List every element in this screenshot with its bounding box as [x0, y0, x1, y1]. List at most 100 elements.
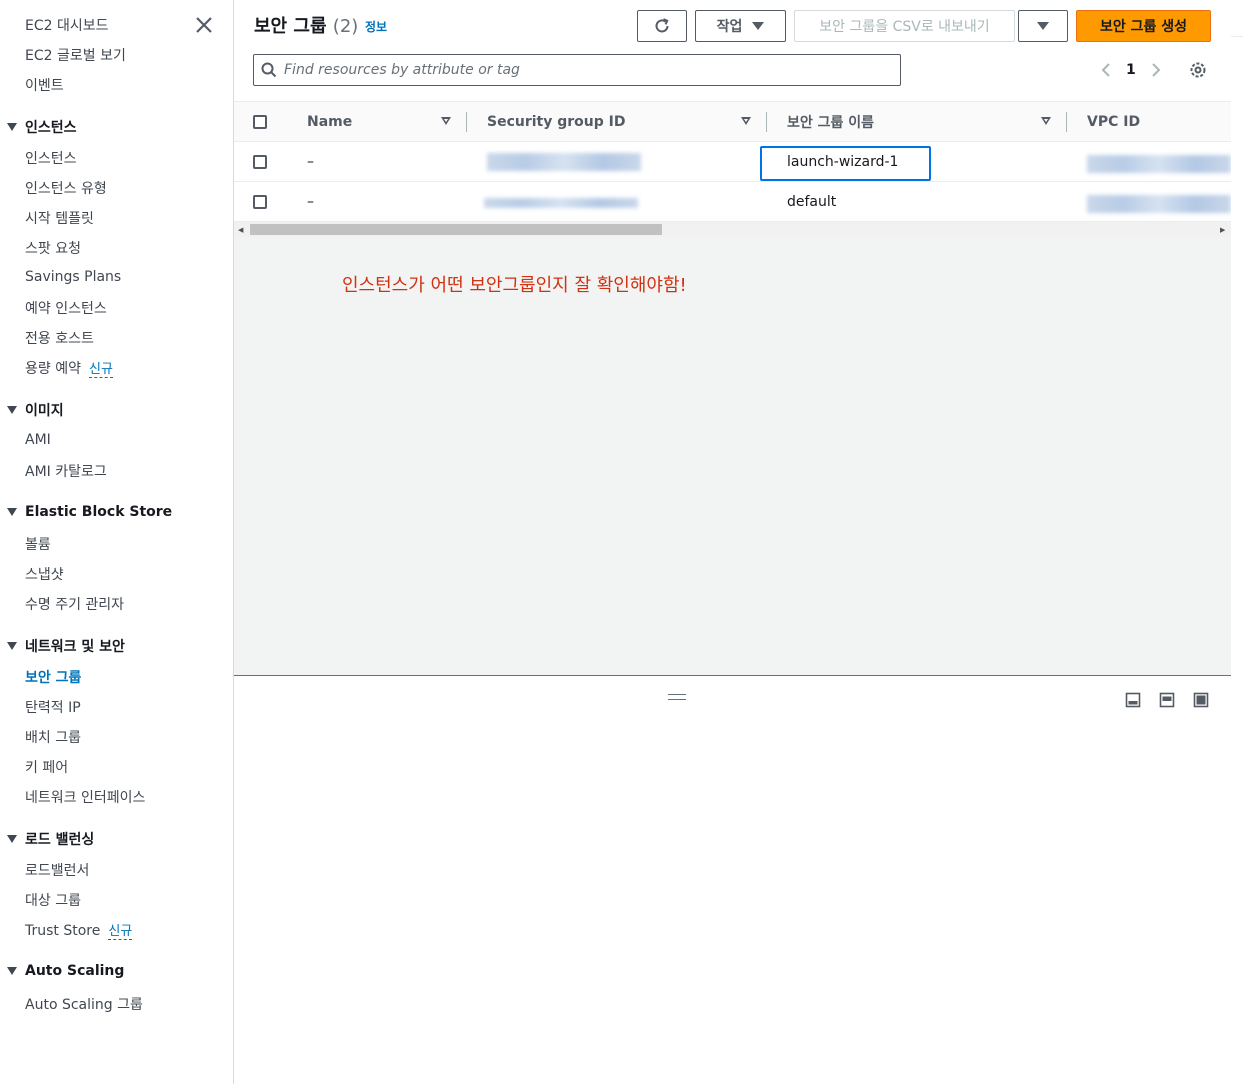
row-checkbox[interactable]: [253, 195, 267, 209]
next-page-icon[interactable]: [1144, 58, 1168, 82]
security-groups-table: Name Security group ID 보안 그룹 이름 VPC ID –…: [234, 101, 1231, 222]
horizontal-scrollbar[interactable]: ◀ ▶: [234, 222, 1231, 237]
panel-bottom-icon[interactable]: [1125, 692, 1141, 708]
sidebar-item-volumes[interactable]: 볼륨: [25, 534, 51, 554]
sidebar-item-label: Trust Store: [25, 923, 101, 939]
sidebar-section-auto-scaling[interactable]: Auto Scaling: [7, 963, 124, 979]
caret-down-icon: [7, 835, 17, 843]
panel-full-icon[interactable]: [1193, 692, 1209, 708]
sidebar-item-ec2-dashboard[interactable]: EC2 대시보드: [25, 15, 109, 35]
sidebar-section-images[interactable]: 이미지: [7, 400, 64, 420]
sidebar-item-reserved-instances[interactable]: 예약 인스턴스: [25, 298, 107, 318]
sidebar-item-ec2-global-view[interactable]: EC2 글로벌 보기: [25, 45, 126, 65]
export-csv-button[interactable]: 보안 그룹을 CSV로 내보내기: [794, 10, 1015, 42]
new-badge: 신규: [88, 362, 113, 378]
previous-page-icon[interactable]: [1094, 58, 1118, 82]
caret-down-icon: [7, 406, 17, 414]
column-header-group-name[interactable]: 보안 그룹 이름: [787, 102, 874, 142]
empty-table-area: [234, 237, 1231, 675]
sidebar-item-load-balancers[interactable]: 로드밸런서: [25, 860, 89, 880]
page-number[interactable]: 1: [1118, 62, 1144, 78]
sort-icon[interactable]: [741, 117, 751, 125]
sidebar-section-title: Auto Scaling: [25, 963, 125, 979]
sidebar-item-events[interactable]: 이벤트: [25, 75, 64, 95]
right-edge: [1231, 0, 1243, 1084]
sidebar-section-title: 네트워크 및 보안: [25, 639, 125, 655]
sidebar-item-ami-catalog[interactable]: AMI 카탈로그: [25, 461, 107, 481]
page-title-text: 보안 그룹: [254, 16, 327, 37]
export-csv-label: 보안 그룹을 CSV로 내보내기: [819, 19, 990, 35]
row-checkbox[interactable]: [253, 155, 267, 169]
side-navigation: EC2 대시보드 EC2 글로벌 보기 이벤트 인스턴스 인스턴스 인스턴스 유…: [0, 0, 234, 1084]
sidebar-item-network-interfaces[interactable]: 네트워크 인터페이스: [25, 787, 145, 807]
sidebar-item-placement-groups[interactable]: 배치 그룹: [25, 727, 81, 747]
scroll-left-icon[interactable]: ◀: [238, 226, 243, 234]
sort-icon[interactable]: [441, 117, 451, 125]
new-badge: 신규: [108, 924, 133, 940]
scroll-right-icon[interactable]: ▶: [1220, 226, 1225, 234]
table-row[interactable]: – launch-wizard-1: [234, 142, 1231, 182]
column-header-security-group-id[interactable]: Security group ID: [487, 102, 625, 142]
close-icon[interactable]: [193, 14, 215, 36]
scrollbar-thumb[interactable]: [250, 224, 662, 235]
caret-down-icon: [7, 123, 17, 131]
redacted-vpc-id[interactable]: [1087, 195, 1231, 213]
sidebar-section-title: 로드 밸런싱: [25, 832, 95, 848]
sidebar-item-savings-plans[interactable]: Savings Plans: [25, 269, 121, 285]
actions-dropdown[interactable]: 작업: [695, 10, 786, 42]
sidebar-item-trust-stores[interactable]: Trust Store 신규: [25, 920, 133, 940]
resize-handle-icon[interactable]: [668, 694, 686, 700]
table-header-row: Name Security group ID 보안 그룹 이름 VPC ID: [234, 101, 1231, 142]
column-resizer[interactable]: [466, 112, 467, 132]
sort-icon[interactable]: [1041, 117, 1051, 125]
create-security-group-button[interactable]: 보안 그룹 생성: [1076, 10, 1211, 42]
caret-down-icon: [1037, 22, 1049, 30]
sidebar-section-instances[interactable]: 인스턴스: [7, 117, 77, 137]
refresh-icon: [655, 18, 669, 33]
sidebar-item-auto-scaling-groups[interactable]: Auto Scaling 그룹: [25, 994, 143, 1014]
export-options-dropdown[interactable]: [1018, 10, 1068, 42]
sidebar-item-dedicated-hosts[interactable]: 전용 호스트: [25, 328, 94, 348]
redacted-vpc-id[interactable]: [1087, 155, 1231, 173]
redacted-security-group-id[interactable]: [484, 198, 638, 208]
column-header-name[interactable]: Name: [307, 102, 352, 142]
sidebar-item-instance-types[interactable]: 인스턴스 유형: [25, 178, 107, 198]
search-input[interactable]: [284, 62, 884, 78]
column-resizer[interactable]: [1066, 112, 1067, 132]
split-panel: [234, 675, 1231, 1084]
sidebar-item-instances[interactable]: 인스턴스: [25, 148, 77, 168]
sidebar-item-target-groups[interactable]: 대상 그룹: [25, 890, 81, 910]
search-field[interactable]: [253, 54, 901, 86]
redacted-security-group-id[interactable]: [487, 153, 641, 171]
cell-group-name: launch-wizard-1: [787, 154, 899, 170]
pagination: 1: [1094, 58, 1168, 82]
info-link[interactable]: 정보: [365, 18, 387, 35]
caret-down-icon: [7, 508, 17, 516]
table-header-area: 보안 그룹 (2) 정보 작업 보안 그룹을 CSV로 내보내기 보안 그룹 생…: [234, 0, 1231, 101]
refresh-button[interactable]: [637, 10, 687, 42]
sidebar-item-launch-templates[interactable]: 시작 템플릿: [25, 208, 94, 228]
column-header-vpc-id[interactable]: VPC ID: [1087, 102, 1140, 142]
actions-label: 작업: [716, 19, 743, 35]
gear-icon[interactable]: [1187, 59, 1209, 81]
panel-side-icon[interactable]: [1159, 692, 1175, 708]
sidebar-item-snapshots[interactable]: 스냅샷: [25, 564, 64, 584]
sidebar-item-label: 용량 예약: [25, 361, 81, 377]
sidebar-item-capacity-reservations[interactable]: 용량 예약 신규: [25, 358, 113, 378]
select-all-checkbox[interactable]: [253, 115, 267, 129]
sidebar-item-lifecycle-manager[interactable]: 수명 주기 관리자: [25, 594, 124, 614]
sidebar-item-key-pairs[interactable]: 키 페어: [25, 757, 68, 777]
sidebar-section-network-security[interactable]: 네트워크 및 보안: [7, 636, 125, 656]
sidebar-section-load-balancing[interactable]: 로드 밸런싱: [7, 829, 94, 849]
sidebar-item-elastic-ips[interactable]: 탄력적 IP: [25, 697, 81, 717]
sidebar-section-ebs[interactable]: Elastic Block Store: [7, 504, 172, 520]
sidebar-item-ami[interactable]: AMI: [25, 432, 51, 448]
caret-down-icon: [7, 967, 17, 975]
sidebar-item-spot-requests[interactable]: 스팟 요청: [25, 238, 81, 258]
table-row[interactable]: – default: [234, 182, 1231, 222]
column-resizer[interactable]: [766, 112, 767, 132]
sidebar-section-title: Elastic Block Store: [25, 504, 173, 520]
sidebar-item-security-groups[interactable]: 보안 그룹: [25, 667, 81, 687]
cell-group-name: default: [787, 194, 837, 210]
search-icon: [254, 55, 284, 85]
